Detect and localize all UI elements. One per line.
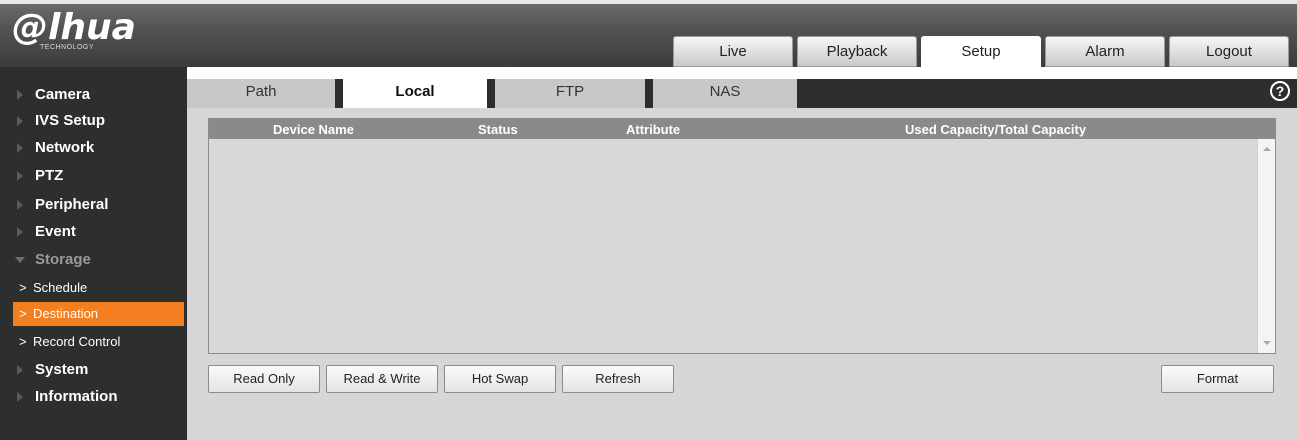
sidebar-item-label: Information [35,388,118,405]
main-nav: Live Playback Setup Alarm Logout [673,36,1289,67]
read-write-button[interactable]: Read & Write [326,365,438,393]
scroll-down-icon[interactable] [1263,341,1271,345]
read-only-button[interactable]: Read Only [208,365,320,393]
expand-arrow-icon [17,171,23,181]
nav-playback[interactable]: Playback [797,36,917,67]
sidebar-subitem-label: Destination [33,306,99,321]
sidebar-subitem-record-control[interactable]: > Record Control [13,330,184,354]
brand-logo-subtitle: TECHNOLOGY [40,44,95,51]
sidebar-item-label: IVS Setup [35,112,106,129]
column-header-attribute: Attribute [626,122,681,137]
tab-ftp[interactable]: FTP [495,79,645,108]
tab-path[interactable]: Path [187,79,335,108]
sidebar-item-label: Camera [35,86,91,103]
sidebar-item-camera[interactable]: Camera [0,82,187,108]
sidebar-subitem-label: Record Control [33,334,121,349]
sidebar-item-ivs-setup[interactable]: IVS Setup [0,108,187,134]
column-header-capacity: Used Capacity/Total Capacity [905,122,1087,137]
expand-arrow-icon [17,365,23,375]
refresh-button[interactable]: Refresh [562,365,674,393]
sidebar-item-information[interactable]: Information [0,384,187,410]
sidebar-item-storage[interactable]: Storage [0,247,187,273]
brand-logo: @lhua [12,7,136,48]
column-header-status: Status [478,122,518,137]
expand-arrow-icon [17,90,23,100]
expand-arrow-icon [17,143,23,153]
format-button[interactable]: Format [1161,365,1274,393]
sidebar-item-label: Storage [35,251,91,268]
sidebar-item-peripheral[interactable]: Peripheral [0,192,187,218]
chevron-right-icon: > [19,306,27,321]
storage-device-table: Device Name Status Attribute Used Capaci… [208,118,1276,354]
sidebar-item-label: Network [35,139,95,156]
table-header: Device Name Status Attribute Used Capaci… [209,119,1275,139]
tab-nas[interactable]: NAS [653,79,797,108]
nav-alarm[interactable]: Alarm [1045,36,1165,67]
tab-local[interactable]: Local [343,79,487,108]
sidebar-subitem-schedule[interactable]: > Schedule [13,276,184,300]
help-icon[interactable]: ? [1270,81,1290,101]
expand-arrow-icon [17,116,23,126]
expand-arrow-icon [17,392,23,402]
nav-setup[interactable]: Setup [921,36,1041,67]
column-header-device-name: Device Name [273,122,354,137]
collapse-arrow-icon [15,257,25,263]
sidebar-item-event[interactable]: Event [0,219,187,245]
sidebar-item-system[interactable]: System [0,357,187,383]
table-scrollbar[interactable] [1257,139,1275,353]
sidebar-item-ptz[interactable]: PTZ [0,163,187,189]
sidebar-subitem-label: Schedule [33,280,88,295]
chevron-right-icon: > [19,280,27,295]
sidebar-item-network[interactable]: Network [0,135,187,161]
sidebar-item-label: System [35,361,89,378]
expand-arrow-icon [17,200,23,210]
nav-live[interactable]: Live [673,36,793,67]
nav-logout[interactable]: Logout [1169,36,1289,67]
sidebar-item-label: Peripheral [35,196,109,213]
top-header: @lhua TECHNOLOGY Live Playback Setup Ala… [0,0,1297,67]
scroll-up-icon[interactable] [1263,147,1271,151]
sidebar-item-label: PTZ [35,167,64,184]
hot-swap-button[interactable]: Hot Swap [444,365,556,393]
expand-arrow-icon [17,227,23,237]
chevron-right-icon: > [19,334,27,349]
sidebar-subitem-destination[interactable]: > Destination [13,302,184,326]
sidebar-item-label: Event [35,223,76,240]
